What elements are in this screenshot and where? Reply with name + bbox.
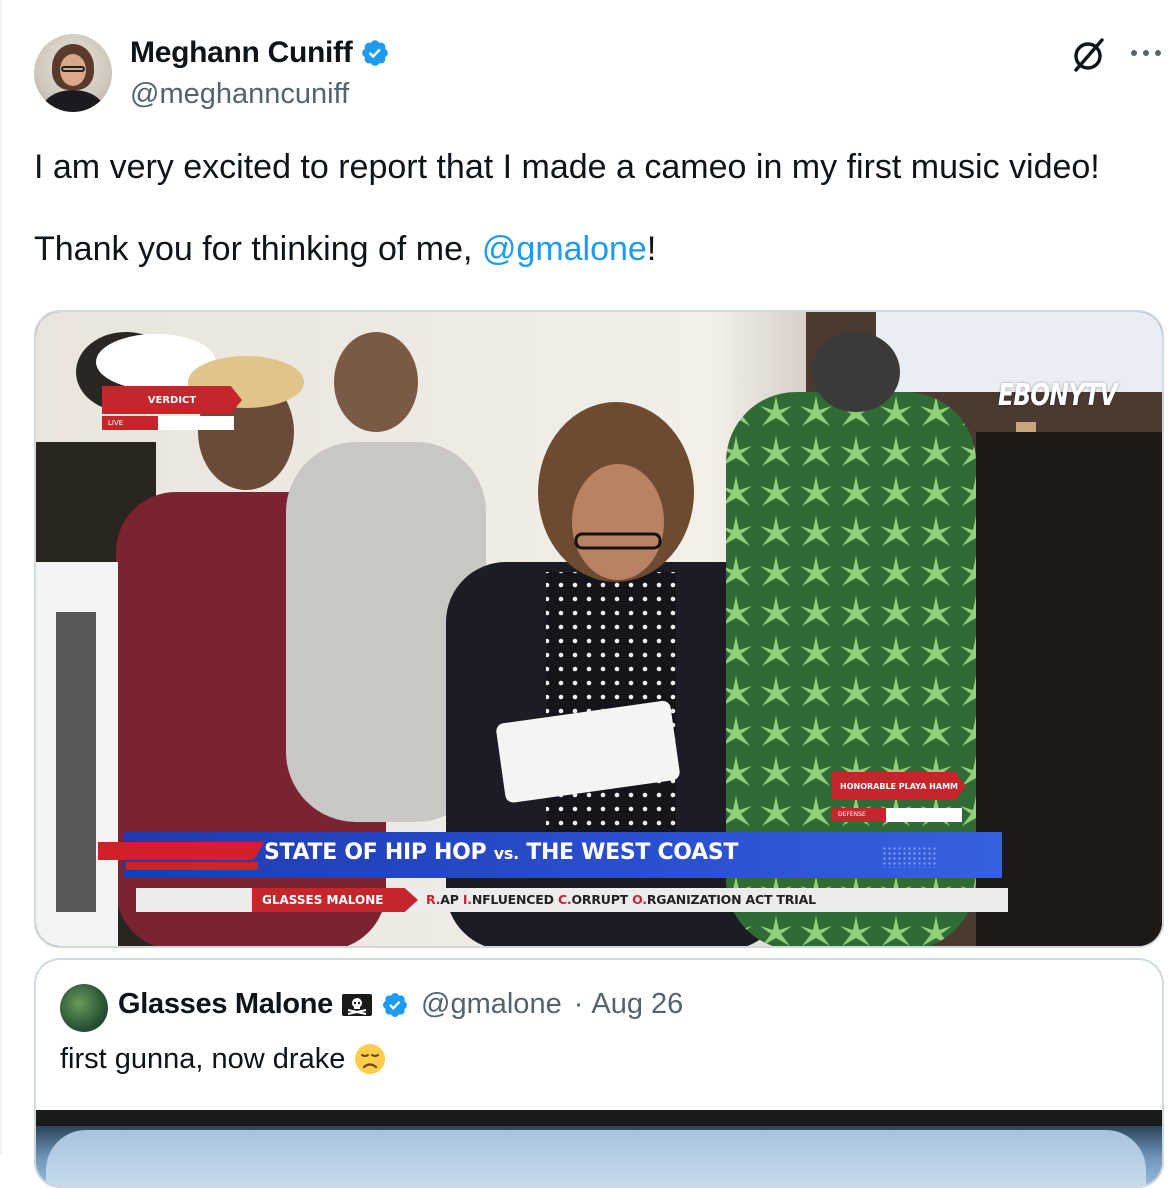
author-display-name[interactable]: Meghann Cuniff xyxy=(130,36,353,70)
author-avatar[interactable] xyxy=(34,34,112,112)
quoted-verified-badge-icon[interactable] xyxy=(381,991,409,1019)
tweet-line-1: I am very excited to report that I made … xyxy=(34,148,1100,186)
ticker-c-rest: ORRUPT xyxy=(571,892,633,907)
banner-vs: vs. xyxy=(493,844,519,863)
author-name-row: Meghann Cuniff xyxy=(130,36,390,70)
banner-title: STATE OF HIP HOP vs. THE WEST COAST xyxy=(264,840,738,865)
ticker-r: R. xyxy=(426,892,441,907)
tweet-line-2-suffix: ! xyxy=(646,230,657,268)
grok-icon[interactable] xyxy=(1068,32,1112,76)
defense-tag: DEFENSE xyxy=(832,808,886,822)
tweet-text: I am very excited to report that I made … xyxy=(34,144,1154,272)
avatar-glasses xyxy=(61,66,85,72)
ticker-name: GLASSES MALONE xyxy=(252,888,418,912)
ticker-r-rest: AP xyxy=(440,892,463,907)
ticker-o: O. xyxy=(632,892,647,907)
ebonytv-watermark: EBONYTV xyxy=(998,378,1118,413)
avatar-body xyxy=(42,90,104,112)
defense-bar xyxy=(886,808,962,822)
disappointed-face-icon xyxy=(355,1044,386,1074)
quoted-header: Glasses Malone @gmalone · Aug 26 xyxy=(118,988,683,1021)
ticker-c: C. xyxy=(557,892,572,907)
verdict-tag: VERDICT xyxy=(102,386,242,414)
quoted-author-avatar[interactable] xyxy=(60,984,108,1032)
ticker-o-rest: RGANIZATION ACT TRIAL xyxy=(646,892,816,907)
quoted-display-name[interactable]: Glasses Malone xyxy=(118,988,333,1021)
quoted-handle[interactable]: @gmalone xyxy=(421,988,562,1021)
banner-dot-grid xyxy=(882,846,938,868)
quoted-date[interactable]: Aug 26 xyxy=(591,988,683,1021)
live-bar xyxy=(158,416,234,430)
playa-tag: HONORABLE PLAYA HAMM xyxy=(832,772,966,800)
banner-red-stripe xyxy=(98,842,264,860)
quoted-media-sky xyxy=(46,1130,1146,1186)
ticker-i-rest: NFLUENCED xyxy=(471,892,558,907)
tweet-line-2: Thank you for thinking of me, @gmalone! xyxy=(34,226,1154,272)
quoted-text: first gunna, now drake xyxy=(60,1042,387,1076)
timeline-divider xyxy=(0,0,2,1154)
live-tag: LIVE xyxy=(102,416,164,430)
banner-tail: THE WEST COAST xyxy=(526,840,739,865)
ticker-i: I. xyxy=(462,892,472,907)
banner-red-stripe-2 xyxy=(126,862,258,870)
tweet-media-video[interactable]: VERDICT LIVE EBONYTV HONORABLE PLAYA HAM… xyxy=(34,310,1164,948)
verified-badge-icon[interactable] xyxy=(360,38,390,68)
mention-link[interactable]: @gmalone xyxy=(482,230,647,268)
banner-main: STATE OF HIP HOP xyxy=(264,840,487,865)
ticker-text: R.AP I.NFLUENCED C.ORRUPT O.RGANIZATION … xyxy=(426,892,816,907)
pirate-flag-icon xyxy=(342,993,373,1016)
more-icon[interactable] xyxy=(1126,38,1166,68)
author-handle[interactable]: @meghanncuniff xyxy=(130,78,349,111)
quoted-text-body: first gunna, now drake xyxy=(60,1042,346,1075)
quoted-separator: · xyxy=(573,988,584,1020)
tweet-line-2-prefix: Thank you for thinking of me, xyxy=(34,230,482,268)
